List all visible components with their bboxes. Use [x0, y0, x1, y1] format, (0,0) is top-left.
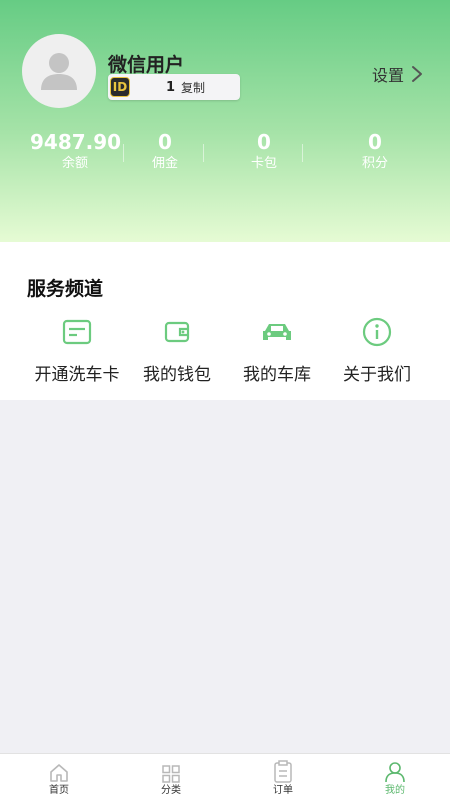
stat-points[interactable]: 0 积分 [340, 130, 410, 174]
settings-label: 设置 [371, 66, 404, 85]
service-item-about[interactable]: 关于我们 [327, 316, 427, 385]
chevron-right-icon [412, 66, 422, 82]
tab-category[interactable]: 分类 [115, 754, 227, 800]
service-item-garage[interactable]: 我的车库 [227, 316, 327, 385]
car-icon [263, 324, 291, 340]
stat-divider [203, 144, 204, 162]
stat-label: 余额 [61, 156, 88, 171]
stats-row: 9487.90 余额 0 佣金 0 卡包 0 积分 [0, 130, 450, 180]
user-id-row: ID 1 复制 [108, 74, 240, 100]
profile-header: 微信用户 ID 1 复制 设置 9487.90 余额 0 佣金 0 卡包 0 积… [0, 0, 450, 242]
stat-value: 9487.90 [30, 130, 122, 154]
username: 微信用户 [108, 54, 185, 76]
stat-label: 积分 [361, 156, 388, 171]
tab-label: 分类 [161, 785, 181, 796]
stat-card-pack[interactable]: 0 卡包 [229, 130, 299, 174]
avatar[interactable] [22, 34, 96, 108]
service-item-label: 我的钱包 [143, 365, 211, 385]
order-icon [274, 760, 292, 783]
service-item-label: 我的车库 [243, 365, 311, 385]
service-item-label: 开通洗车卡 [34, 365, 120, 385]
stat-value: 0 [257, 130, 271, 154]
service-item-label: 关于我们 [343, 365, 411, 385]
tab-label: 首页 [49, 785, 69, 796]
home-icon [50, 764, 68, 782]
tab-orders[interactable]: 订单 [227, 754, 339, 800]
service-channel-section: 服务频道 开通洗车卡 我的钱包 我的车库 关于我们 [0, 242, 450, 400]
tab-label: 订单 [273, 785, 293, 796]
tab-mine[interactable]: 我的 [339, 754, 450, 800]
stat-value: 0 [158, 130, 172, 154]
service-title: 服务频道 [27, 278, 104, 300]
service-item-wallet[interactable]: 我的钱包 [127, 316, 227, 385]
user-id-value: 1 [166, 79, 176, 95]
settings-button[interactable]: 设置 [372, 62, 426, 86]
stat-value: 0 [368, 130, 382, 154]
stat-divider [302, 144, 303, 162]
stat-divider [123, 144, 124, 162]
user-icon [385, 762, 405, 783]
tab-home[interactable]: 首页 [3, 754, 115, 800]
copy-id-button[interactable]: 复制 [181, 79, 205, 96]
stat-label: 卡包 [250, 156, 277, 171]
card-icon [62, 319, 92, 345]
id-badge: ID [110, 77, 130, 97]
tab-label: 我的 [385, 785, 405, 796]
bottom-tab-bar: 首页 分类 订单 我的 [0, 753, 450, 800]
stat-commission[interactable]: 0 佣金 [130, 130, 200, 174]
info-icon [362, 317, 392, 347]
wallet-icon [164, 321, 190, 343]
stat-balance[interactable]: 9487.90 余额 [30, 130, 122, 174]
service-item-wash-card[interactable]: 开通洗车卡 [27, 316, 127, 385]
avatar-placeholder-icon [41, 53, 77, 90]
grid-icon [162, 765, 180, 783]
stat-label: 佣金 [151, 156, 178, 171]
